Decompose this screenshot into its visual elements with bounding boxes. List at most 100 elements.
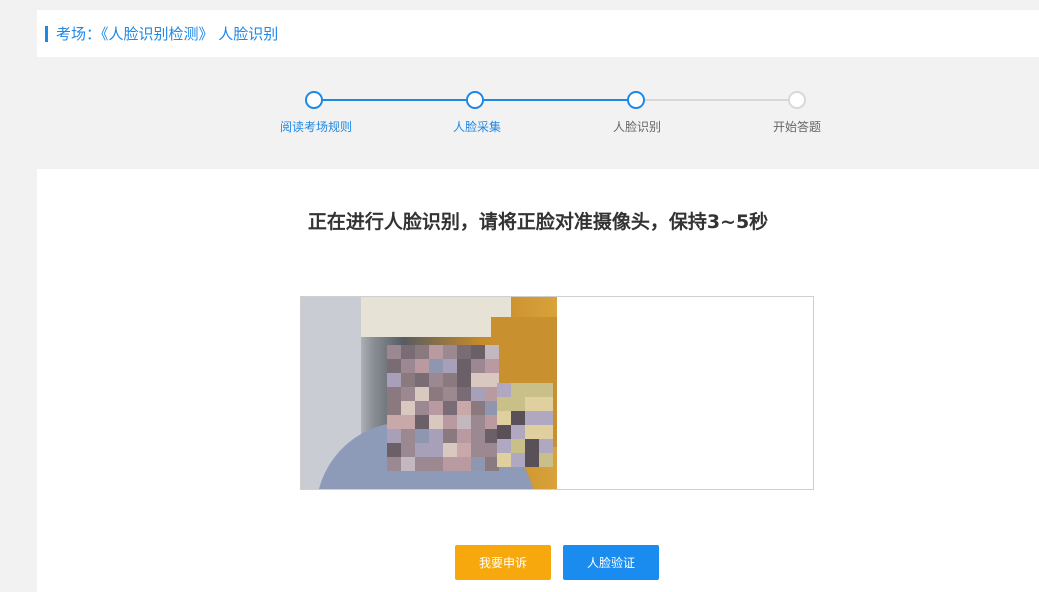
- mosaic-pixel: [443, 401, 457, 415]
- mosaic-pixel: [497, 397, 511, 411]
- mosaic-pixel: [429, 443, 443, 457]
- mosaic-pixel: [387, 429, 401, 443]
- mosaic-pixel: [525, 411, 539, 425]
- mosaic-pixel: [387, 401, 401, 415]
- mosaic-pixel: [443, 359, 457, 373]
- mosaic-pixel: [457, 443, 471, 457]
- mosaic-pixel: [511, 383, 525, 397]
- mosaic-pixel: [401, 415, 415, 429]
- mosaic-pixel: [457, 345, 471, 359]
- appeal-button[interactable]: 我要申诉: [455, 545, 551, 580]
- mosaic-pixel: [457, 387, 471, 401]
- mosaic-pixel: [387, 387, 401, 401]
- step-3-label: 人脸识别: [612, 120, 662, 134]
- recognition-panel: 正在进行人脸识别，请将正脸对准摄像头，保持3~5秒 我要申诉 人脸验证: [37, 169, 1039, 592]
- mosaic-pixel: [401, 443, 415, 457]
- mosaic-pixel: [429, 401, 443, 415]
- mosaic-pixel: [457, 373, 471, 387]
- mosaic-pixel: [497, 411, 511, 425]
- mosaic-pixel: [401, 457, 415, 471]
- mosaic-pixel: [497, 453, 511, 467]
- mosaic-pixel: [415, 345, 429, 359]
- mosaic-pixel: [429, 387, 443, 401]
- mosaic-pixel: [387, 373, 401, 387]
- mosaic-pixel: [497, 383, 511, 397]
- mosaic-pixel: [415, 429, 429, 443]
- mosaic-pixel: [443, 345, 457, 359]
- mosaic-pixel: [387, 415, 401, 429]
- mosaic-pixel: [471, 443, 485, 457]
- step-4-label: 开始答题: [772, 120, 822, 134]
- mosaic-pixel: [415, 443, 429, 457]
- mosaic-pixel: [457, 415, 471, 429]
- mosaic-pixel: [401, 429, 415, 443]
- mosaic-pixel: [485, 359, 499, 373]
- mosaic-pixel: [415, 415, 429, 429]
- mosaic-pixel: [539, 425, 553, 439]
- mosaic-pixel: [387, 359, 401, 373]
- camera-feed: [301, 297, 557, 489]
- mosaic-pixel: [415, 457, 429, 471]
- mosaic-pixel: [401, 373, 415, 387]
- mosaic-pixel: [525, 439, 539, 453]
- step-connector-1: [322, 99, 475, 101]
- step-4-circle: [788, 91, 806, 109]
- mosaic-pixel: [525, 453, 539, 467]
- mosaic-pixel: [415, 359, 429, 373]
- mosaic-pixel: [525, 425, 539, 439]
- mosaic-pixel: [401, 359, 415, 373]
- mosaic-pixel: [387, 457, 401, 471]
- verify-face-button[interactable]: 人脸验证: [563, 545, 659, 580]
- step-connector-3: [644, 99, 797, 101]
- mosaic-pixel: [471, 359, 485, 373]
- mosaic-pixel: [511, 411, 525, 425]
- mosaic-pixel: [457, 401, 471, 415]
- mosaic-pixel: [539, 453, 553, 467]
- mosaic-pixel: [471, 345, 485, 359]
- mosaic-pixel: [415, 373, 429, 387]
- camera-frame: [300, 296, 814, 490]
- mosaic-pixel: [471, 387, 485, 401]
- mosaic-pixel: [511, 425, 525, 439]
- mosaic-pixel: [415, 387, 429, 401]
- mosaic-pixel: [539, 411, 553, 425]
- page-header: 考场：《人脸识别检测》 人脸识别: [37, 10, 1039, 57]
- step-1-label: 阅读考场规则: [279, 120, 353, 134]
- mosaic-pixel: [525, 397, 539, 411]
- camera-ceiling: [361, 297, 511, 337]
- mosaic-pixel: [471, 457, 485, 471]
- step-connector-2: [483, 99, 636, 101]
- mosaic-pixel: [387, 443, 401, 457]
- mosaic-pixel: [485, 345, 499, 359]
- mosaic-pixel: [415, 401, 429, 415]
- mosaic-pixel: [497, 425, 511, 439]
- header-accent-bar: [45, 26, 48, 42]
- mosaic-pixel: [471, 401, 485, 415]
- mosaic-pixel: [401, 401, 415, 415]
- mosaic-pixel: [457, 457, 471, 471]
- step-2-label: 人脸采集: [452, 120, 502, 134]
- mosaic-pixel: [429, 373, 443, 387]
- mosaic-pixel: [511, 397, 525, 411]
- step-2-circle: [466, 91, 484, 109]
- mosaic-pixel: [457, 429, 471, 443]
- mosaic-pixel: [387, 345, 401, 359]
- mosaic-pixel: [457, 359, 471, 373]
- page-title: 考场：《人脸识别检测》 人脸识别: [56, 25, 279, 43]
- mosaic-pixel: [471, 373, 485, 387]
- mosaic-pixel: [539, 439, 553, 453]
- mosaic-pixel: [443, 457, 457, 471]
- mosaic-pixel: [429, 345, 443, 359]
- mosaic-pixel: [443, 373, 457, 387]
- step-3-circle: [627, 91, 645, 109]
- mosaic-pixel: [401, 345, 415, 359]
- mosaic-pixel: [429, 415, 443, 429]
- mosaic-pixel: [429, 457, 443, 471]
- mosaic-pixel: [539, 383, 553, 397]
- mosaic-pixel: [471, 415, 485, 429]
- mosaic-pixel: [497, 439, 511, 453]
- mosaic-pixel: [511, 439, 525, 453]
- mosaic-pixel: [471, 429, 485, 443]
- mosaic-pixel: [429, 359, 443, 373]
- mosaic-pixel: [401, 387, 415, 401]
